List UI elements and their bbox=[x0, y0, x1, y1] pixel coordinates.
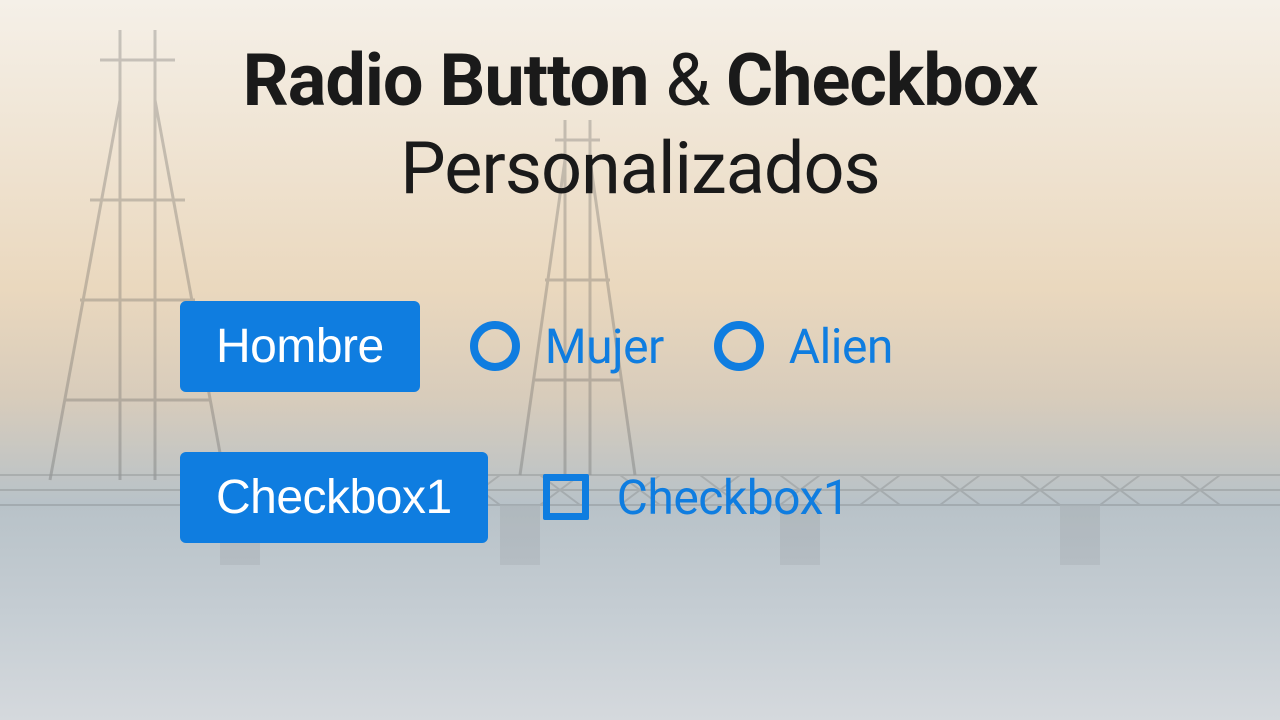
checkbox-group: Checkbox1 Checkbox1 bbox=[180, 452, 893, 543]
title-bold-2: Checkbox bbox=[726, 38, 1037, 123]
checkbox-icon bbox=[543, 474, 589, 520]
title-line-1: Radio Button & Checkbox bbox=[243, 40, 1038, 123]
checkbox1-selected[interactable]: Checkbox1 bbox=[180, 452, 488, 543]
page-title: Radio Button & Checkbox Personalizados bbox=[243, 40, 1038, 211]
radio-alien[interactable]: Alien bbox=[714, 318, 893, 375]
radio-mujer[interactable]: Mujer bbox=[470, 318, 664, 375]
radio-icon bbox=[714, 321, 764, 371]
radio-icon bbox=[470, 321, 520, 371]
title-line-2: Personalizados bbox=[243, 128, 1038, 211]
title-ampersand: & bbox=[649, 38, 727, 123]
radio-alien-label: Alien bbox=[789, 318, 893, 375]
radio-hombre-selected[interactable]: Hombre bbox=[180, 301, 420, 392]
title-bold-1: Radio Button bbox=[243, 38, 649, 123]
checkbox1-unchecked[interactable]: Checkbox1 bbox=[543, 469, 850, 526]
checkbox1-label: Checkbox1 bbox=[617, 469, 850, 526]
radio-mujer-label: Mujer bbox=[545, 318, 664, 375]
radio-group: Hombre Mujer Alien bbox=[180, 301, 893, 392]
